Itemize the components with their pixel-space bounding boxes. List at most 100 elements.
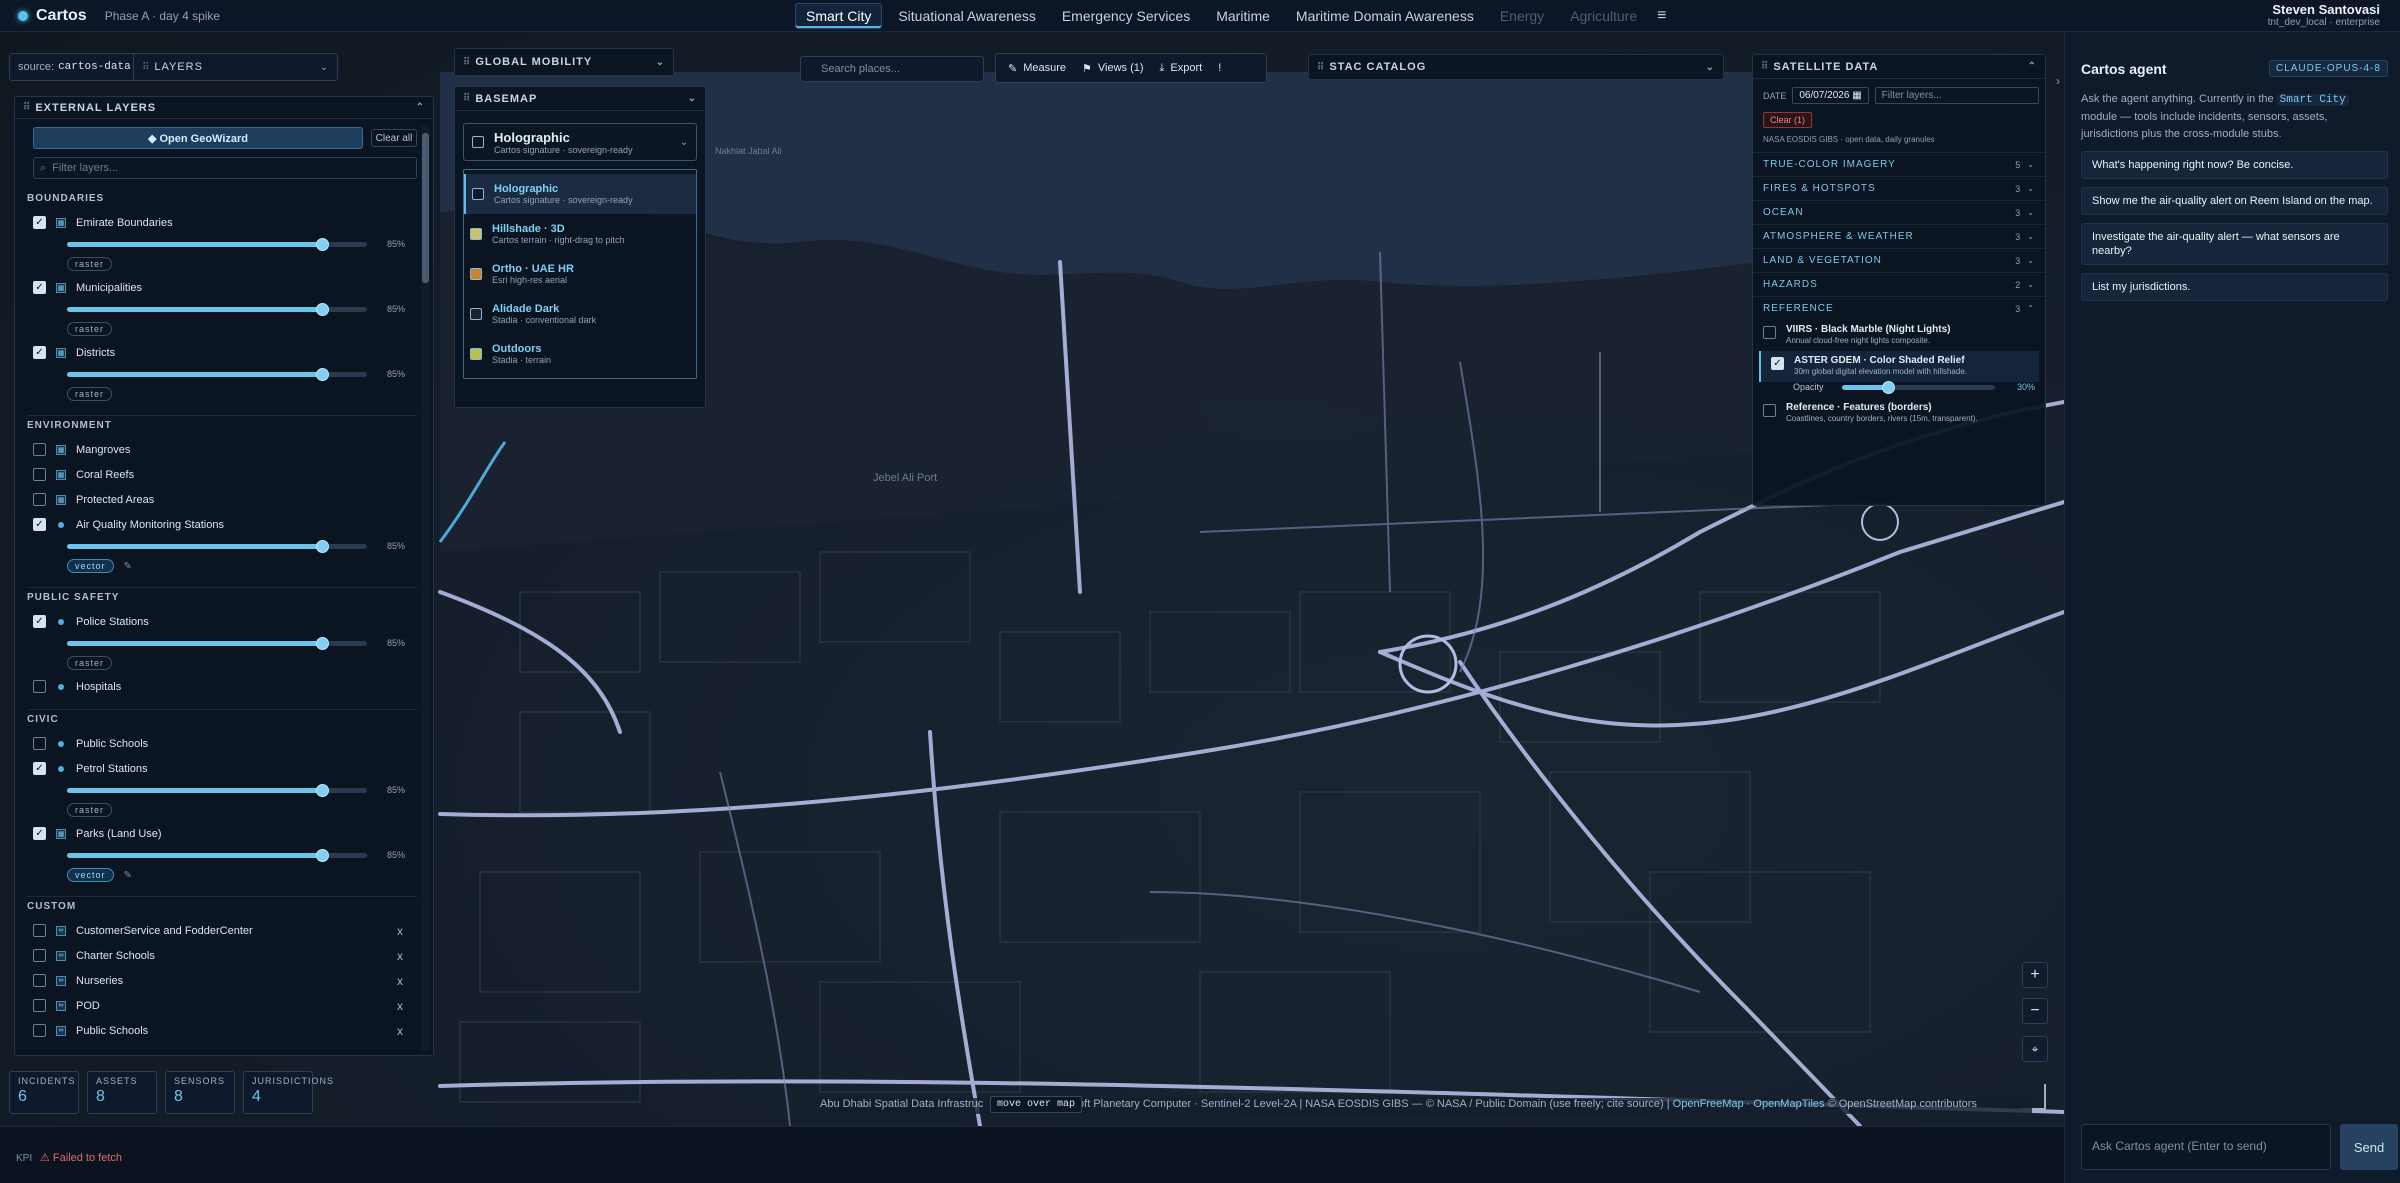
layer-checkbox[interactable] bbox=[33, 1024, 46, 1037]
satellite-category[interactable]: TRUE-COLOR IMAGERY 5 ⌄ bbox=[1753, 152, 2045, 176]
tab-maritime-domain-awareness[interactable]: Maritime Domain Awareness bbox=[1286, 4, 1484, 28]
remove-layer-icon[interactable]: x bbox=[397, 1024, 403, 1038]
suggestion-chip[interactable]: Investigate the air-quality alert — what… bbox=[2081, 223, 2388, 265]
satellite-category[interactable]: FIRES & HOTSPOTS 3 ⌄ bbox=[1753, 176, 2045, 200]
user-menu[interactable]: Steven Santovasi tnt_dev_local · enterpr… bbox=[2268, 2, 2380, 28]
export-button[interactable]: ⤓ Export bbox=[1160, 62, 1203, 75]
layer-row[interactable]: ✓ Air Quality Monitoring Stations bbox=[23, 512, 417, 537]
basemap-option[interactable]: Ortho · UAE HR Esri high-res aerial bbox=[464, 254, 696, 294]
source-chip[interactable]: source: cartos-data bbox=[9, 53, 140, 81]
search-places-input[interactable]: Search places... bbox=[800, 56, 984, 82]
layer-checkbox[interactable] bbox=[33, 468, 46, 481]
kpi-card[interactable]: JURISDICTIONS 4 bbox=[243, 1071, 333, 1114]
slider-track[interactable] bbox=[67, 848, 367, 862]
satellite-category[interactable]: LAND & VEGETATION 3 ⌄ bbox=[1753, 248, 2045, 272]
layer-row[interactable]: ✓ ▦ Emirate Boundaries bbox=[23, 210, 417, 235]
layer-row[interactable]: ▦ Protected Areas bbox=[23, 487, 417, 512]
slider-track[interactable] bbox=[67, 302, 367, 316]
slider-track[interactable] bbox=[67, 783, 367, 797]
layer-checkbox[interactable] bbox=[33, 924, 46, 937]
suggestion-chip[interactable]: Show me the air-quality alert on Reem Is… bbox=[2081, 187, 2388, 215]
layer-row[interactable]: Hospitals bbox=[23, 674, 417, 699]
slider-knob[interactable] bbox=[316, 783, 329, 797]
scrollbar[interactable] bbox=[421, 125, 430, 1051]
slider-knob[interactable] bbox=[316, 848, 329, 862]
opacity-slider[interactable]: 85% bbox=[23, 365, 417, 383]
satellite-category[interactable]: HAZARDS 2 ⌄ bbox=[1753, 272, 2045, 296]
layer-row[interactable]: ∞ CustomerService and FodderCenter x bbox=[23, 918, 417, 943]
reference-layer[interactable]: Reference · Features (borders) Coastlines… bbox=[1753, 398, 2045, 429]
send-button[interactable]: Send bbox=[2340, 1124, 2398, 1170]
slider-track[interactable] bbox=[67, 367, 367, 381]
basemap-option[interactable]: Outdoors Stadia · terrain bbox=[464, 334, 696, 374]
chevron-down-icon[interactable]: ⌄ bbox=[688, 93, 697, 104]
drag-handle-icon[interactable]: ⠿ bbox=[463, 93, 470, 104]
layer-row[interactable]: ∞ Charter Schools x bbox=[23, 943, 417, 968]
open-geowizard-button[interactable]: ◆ Open GeoWizard bbox=[33, 127, 363, 149]
layer-checkbox[interactable]: ✓ bbox=[33, 216, 46, 229]
layer-row[interactable]: ∞ Nurseries x bbox=[23, 968, 417, 993]
layer-checkbox[interactable] bbox=[33, 443, 46, 456]
layer-checkbox[interactable] bbox=[33, 999, 46, 1012]
clear-selection-button[interactable]: Clear (1) bbox=[1763, 112, 1813, 128]
layer-checkbox[interactable] bbox=[1763, 326, 1776, 339]
stac-catalog-panel[interactable]: ⠿ STAC CATALOG ⌄ bbox=[1308, 54, 1724, 80]
tab-emergency-services[interactable]: Emergency Services bbox=[1052, 4, 1200, 28]
satellite-category[interactable]: OCEAN 3 ⌄ bbox=[1753, 200, 2045, 224]
measure-button[interactable]: ✎ Measure bbox=[1008, 62, 1066, 75]
slider-knob[interactable] bbox=[1881, 380, 1895, 394]
layer-row[interactable]: ✓ ▦ Districts bbox=[23, 340, 417, 365]
scroll-thumb[interactable] bbox=[422, 133, 429, 283]
basemap-option[interactable]: Alidade Dark Stadia · conventional dark bbox=[464, 294, 696, 334]
tab-smart-city[interactable]: Smart City bbox=[795, 3, 883, 29]
layer-checkbox[interactable]: ✓ bbox=[33, 346, 46, 359]
opacity-slider[interactable]: 85% bbox=[23, 235, 417, 253]
edit-style-icon[interactable]: ✎ bbox=[124, 870, 132, 881]
layer-row[interactable]: ✓ Petrol Stations bbox=[23, 756, 417, 781]
suggestion-chip[interactable]: What's happening right now? Be concise. bbox=[2081, 151, 2388, 179]
zoom-out-button[interactable]: − bbox=[2022, 998, 2048, 1024]
zoom-in-button[interactable]: + bbox=[2022, 962, 2048, 988]
drag-handle-icon[interactable]: ⠿ bbox=[1317, 62, 1324, 73]
remove-layer-icon[interactable]: x bbox=[397, 924, 403, 938]
satellite-filter-input[interactable]: Filter layers... bbox=[1874, 87, 2039, 104]
remove-layer-icon[interactable]: x bbox=[397, 999, 403, 1013]
kpi-card[interactable]: ASSETS 8 bbox=[87, 1071, 157, 1114]
drag-handle-icon[interactable]: ⠿ bbox=[142, 62, 149, 73]
remove-layer-icon[interactable]: x bbox=[397, 974, 403, 988]
filter-layers-input[interactable]: ⌕ Filter layers... bbox=[33, 157, 417, 179]
menu-icon[interactable]: ≡ bbox=[1657, 7, 1666, 25]
opacity-slider[interactable]: 85% bbox=[23, 634, 417, 652]
layer-type-badge[interactable]: vector bbox=[67, 868, 114, 882]
views-button[interactable]: ⚑ Views (1) bbox=[1082, 62, 1144, 75]
reference-layer[interactable]: VIIRS · Black Marble (Night Lights) Annua… bbox=[1753, 320, 2045, 351]
opacity-slider[interactable]: 85% bbox=[23, 781, 417, 799]
openfreemap-link[interactable]: OpenFreeMap bbox=[1673, 1098, 1744, 1110]
date-input[interactable]: 06/07/2026 ▦ bbox=[1792, 87, 1869, 104]
layer-row[interactable]: Public Schools bbox=[23, 731, 417, 756]
layer-row[interactable]: ✓ Police Stations bbox=[23, 609, 417, 634]
layer-row[interactable]: ✓ ▦ Parks (Land Use) bbox=[23, 821, 417, 846]
opacity-slider[interactable]: 85% bbox=[23, 537, 417, 555]
tab-agriculture[interactable]: Agriculture bbox=[1560, 4, 1647, 28]
openmaptiles-link[interactable]: OpenMapTiles bbox=[1753, 1098, 1824, 1110]
edit-style-icon[interactable]: ✎ bbox=[124, 561, 132, 572]
layer-checkbox[interactable] bbox=[33, 949, 46, 962]
tab-maritime[interactable]: Maritime bbox=[1206, 4, 1280, 28]
panel-header[interactable]: ⠿ EXTERNAL LAYERS ⌃ bbox=[15, 97, 433, 119]
drag-handle-icon[interactable]: ⠿ bbox=[23, 102, 30, 113]
slider-knob[interactable] bbox=[316, 539, 329, 553]
layer-row[interactable]: ∞Private Schoolsx bbox=[23, 1043, 417, 1050]
locate-button[interactable]: ⌖ bbox=[2022, 1036, 2048, 1062]
opacity-slider[interactable]: 85% bbox=[23, 846, 417, 864]
kpi-card[interactable]: INCIDENTS 6 bbox=[9, 1071, 79, 1114]
model-badge[interactable]: CLAUDE-OPUS-4-8 bbox=[2268, 60, 2388, 77]
layers-toggle[interactable]: ⠿ LAYERS ⌄ bbox=[133, 53, 338, 81]
clear-all-button[interactable]: Clear all bbox=[371, 129, 417, 147]
remove-layer-icon[interactable]: x bbox=[397, 949, 403, 963]
satellite-category[interactable]: ATMOSPHERE & WEATHER 3 ⌄ bbox=[1753, 224, 2045, 248]
opacity-slider[interactable]: Opacity 30% bbox=[1753, 380, 2045, 398]
layer-checkbox[interactable]: ✓ bbox=[1771, 357, 1784, 370]
layer-row[interactable]: ✓ ▦ Municipalities bbox=[23, 275, 417, 300]
slider-track[interactable] bbox=[67, 237, 367, 251]
